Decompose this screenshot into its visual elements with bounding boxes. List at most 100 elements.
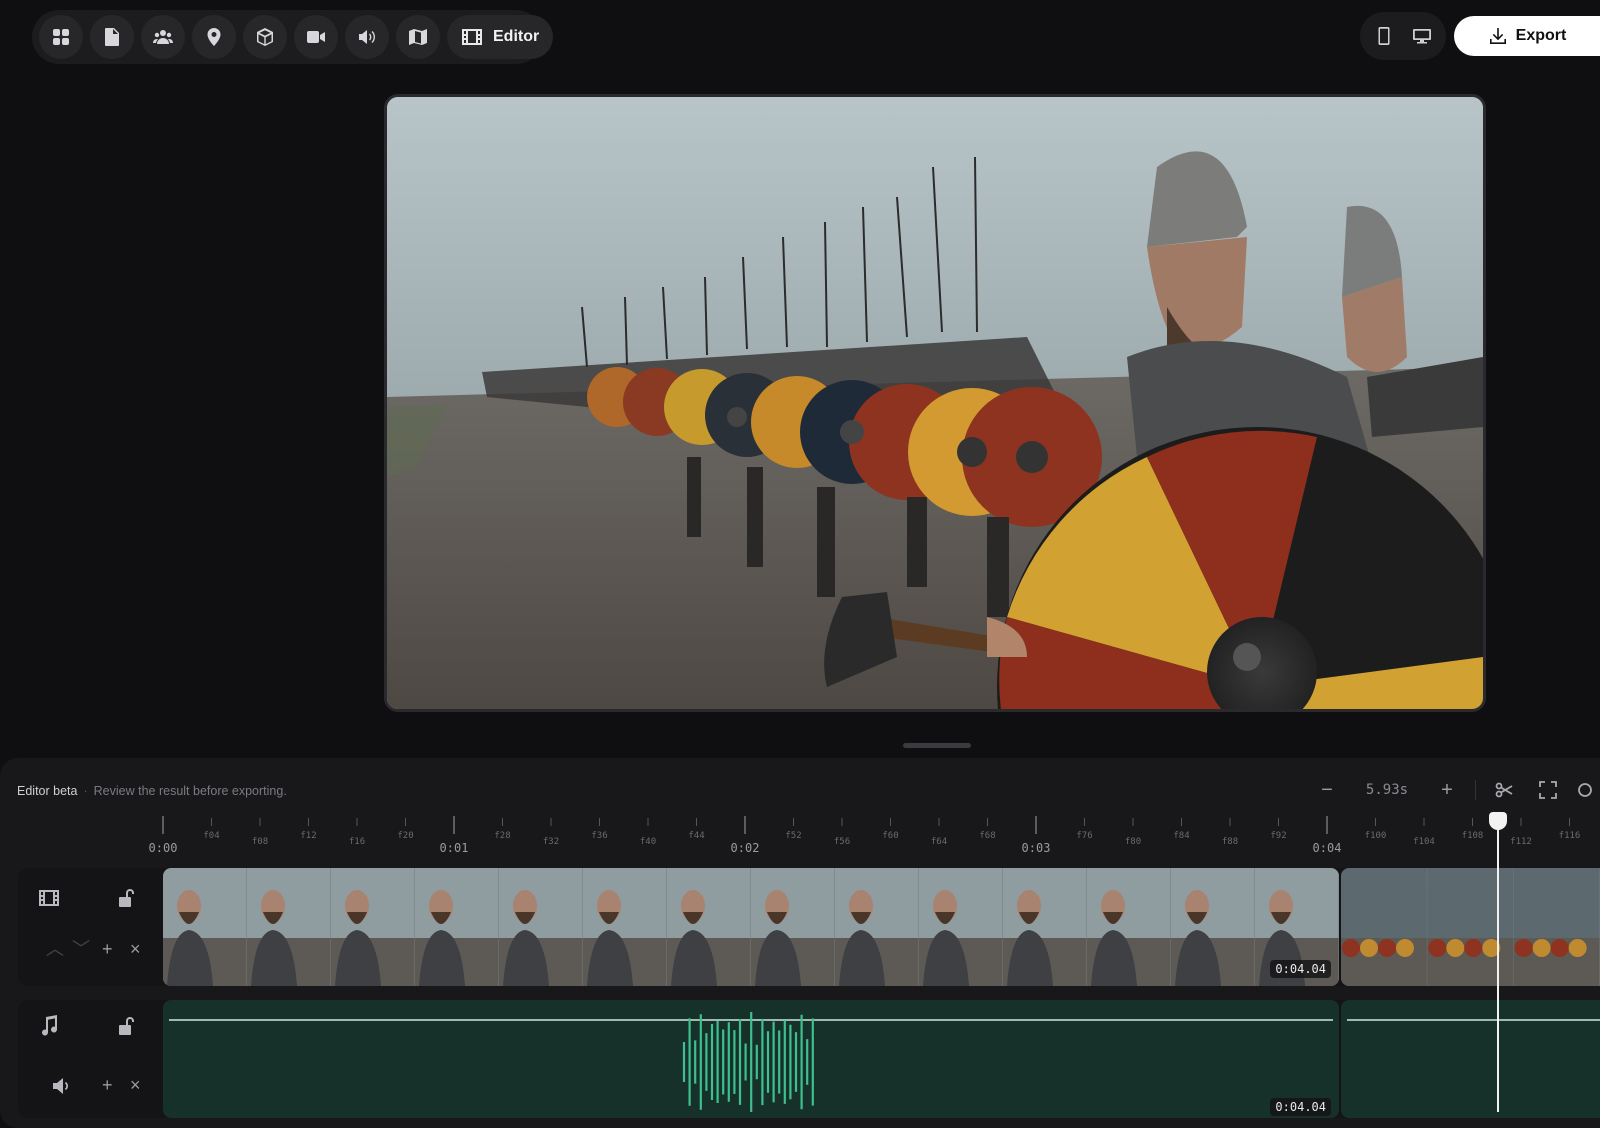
timeline-title: Editor beta	[17, 784, 78, 798]
audio-waveform	[169, 1012, 1333, 1112]
ruler-frame-label: f56	[834, 837, 850, 847]
document-icon[interactable]	[90, 15, 134, 59]
move-down-icon[interactable]: ﹀	[72, 940, 90, 958]
add-icon[interactable]: +	[102, 940, 113, 958]
music-note-icon	[37, 1014, 61, 1038]
lock-open-icon[interactable]	[114, 1014, 138, 1038]
playhead[interactable]	[1497, 812, 1499, 1112]
ruler-second-label: 0:00	[149, 841, 178, 855]
video-thumbnail	[1427, 868, 1515, 986]
video-thumbnail	[163, 868, 248, 986]
video-thumbnail	[919, 868, 1004, 986]
video-thumbnail	[247, 868, 332, 986]
video-thumbnail	[1087, 868, 1172, 986]
cube-icon[interactable]	[243, 15, 287, 59]
divider	[1475, 780, 1476, 800]
ruler-frame-label: f68	[979, 831, 995, 841]
zoom-controls: − 5.93s +	[1305, 772, 1600, 808]
device-toggle	[1360, 12, 1446, 60]
ruler-frame-label: f100	[1365, 831, 1387, 841]
ruler-frame-label: f44	[688, 831, 704, 841]
video-clip[interactable]: 0:04.04	[163, 868, 1339, 986]
ruler-frame-label: f28	[494, 831, 510, 841]
ruler-frame-label: f76	[1076, 831, 1092, 841]
video-thumbnail	[1171, 868, 1256, 986]
video-thumbnail	[1341, 868, 1428, 986]
video-thumbnail	[415, 868, 500, 986]
film-icon	[462, 29, 482, 45]
ruler-frame-label: f116	[1559, 831, 1581, 841]
ruler-frame-label: f40	[640, 837, 656, 847]
video-track: ︿ ﹀ + × 0:04.04	[18, 868, 1600, 986]
editor-tab-label: Editor	[493, 28, 540, 45]
video-thumbnail	[583, 868, 668, 986]
zoom-value: 5.93s	[1365, 782, 1409, 798]
export-label: Export	[1515, 27, 1567, 44]
people-icon[interactable]	[141, 15, 185, 59]
more-icon[interactable]	[1570, 772, 1600, 808]
clip-duration: 0:04.04	[1270, 1098, 1331, 1116]
video-clip-thumbnails	[163, 868, 1339, 986]
top-toolbar: Editor	[32, 10, 554, 64]
ruler-ticks: 0:00 f04 f08 f12 f16 f20 0:01 f28 f32 f36 f40 f44 0:…	[149, 816, 1581, 855]
ruler-frame-label: f16	[349, 837, 365, 847]
scissors-icon[interactable]	[1482, 772, 1526, 808]
video-thumbnail	[667, 868, 752, 986]
grid-icon[interactable]	[39, 15, 83, 59]
zoom-out-button[interactable]: −	[1305, 772, 1349, 808]
time-ruler[interactable]: 0:00 f04 f08 f12 f16 f20 0:01 f28 f32 f36 f40 f44 0:…	[0, 814, 1600, 858]
ruler-frame-label: f108	[1462, 831, 1484, 841]
ruler-frame-label: f112	[1510, 837, 1532, 847]
ruler-second-label: 0:03	[1022, 841, 1051, 855]
remove-icon[interactable]: ×	[130, 1076, 141, 1094]
editor-tab[interactable]: Editor	[447, 15, 554, 59]
ruler-second-label: 0:01	[440, 841, 469, 855]
volume-icon[interactable]	[50, 1074, 74, 1098]
audio-track-controls: + ×	[18, 1000, 163, 1118]
video-clip-2[interactable]	[1341, 868, 1600, 986]
timeline-panel: Editor beta · Review the result before e…	[0, 758, 1600, 1128]
video-frame-image	[387, 97, 1483, 709]
add-icon[interactable]: +	[102, 1076, 113, 1094]
audio-level-line	[1347, 1019, 1600, 1021]
ruler-second-label: 0:02	[731, 841, 760, 855]
video-thumbnail	[331, 868, 416, 986]
camera-icon[interactable]	[294, 15, 338, 59]
mobile-icon[interactable]	[1366, 18, 1402, 54]
download-icon	[1489, 28, 1506, 44]
audio-track: + × 0:04.04	[18, 1000, 1600, 1118]
ruler-frame-label: f104	[1413, 837, 1435, 847]
timeline-subtitle: Review the result before exporting.	[93, 784, 287, 798]
export-button[interactable]: Export	[1454, 16, 1600, 56]
location-icon[interactable]	[192, 15, 236, 59]
header-right-tools: Export	[1360, 12, 1600, 60]
zoom-in-button[interactable]: +	[1425, 772, 1469, 808]
video-thumbnail	[835, 868, 920, 986]
ruler-second-label: 0:04	[1313, 841, 1342, 855]
ruler-frame-label: f88	[1222, 837, 1238, 847]
ruler-frame-label: f64	[931, 837, 947, 847]
map-icon[interactable]	[396, 15, 440, 59]
ruler-frame-label: f12	[300, 831, 316, 841]
timeline-header: Editor beta · Review the result before e…	[17, 784, 287, 798]
desktop-icon[interactable]	[1404, 18, 1440, 54]
video-preview[interactable]	[384, 94, 1486, 712]
audio-clip[interactable]: 0:04.04	[163, 1000, 1339, 1118]
video-thumbnail	[751, 868, 836, 986]
ruler-frame-label: f60	[882, 831, 898, 841]
remove-icon[interactable]: ×	[130, 940, 141, 958]
ruler-frame-label: f36	[591, 831, 607, 841]
speaker-icon[interactable]	[345, 15, 389, 59]
video-track-controls: ︿ ﹀ + ×	[18, 868, 163, 986]
clip-duration: 0:04.04	[1270, 960, 1331, 978]
move-up-icon[interactable]: ︿	[46, 940, 64, 958]
playhead-handle[interactable]	[1489, 812, 1507, 830]
lock-open-icon[interactable]	[114, 886, 138, 910]
ruler-frame-label: f20	[397, 831, 413, 841]
audio-clip-2[interactable]	[1341, 1000, 1600, 1118]
video-thumbnail	[1513, 868, 1600, 986]
fullscreen-icon[interactable]	[1526, 772, 1570, 808]
resize-handle[interactable]	[903, 743, 971, 748]
timeline-separator: ·	[83, 784, 88, 798]
video-thumbnail	[1003, 868, 1088, 986]
